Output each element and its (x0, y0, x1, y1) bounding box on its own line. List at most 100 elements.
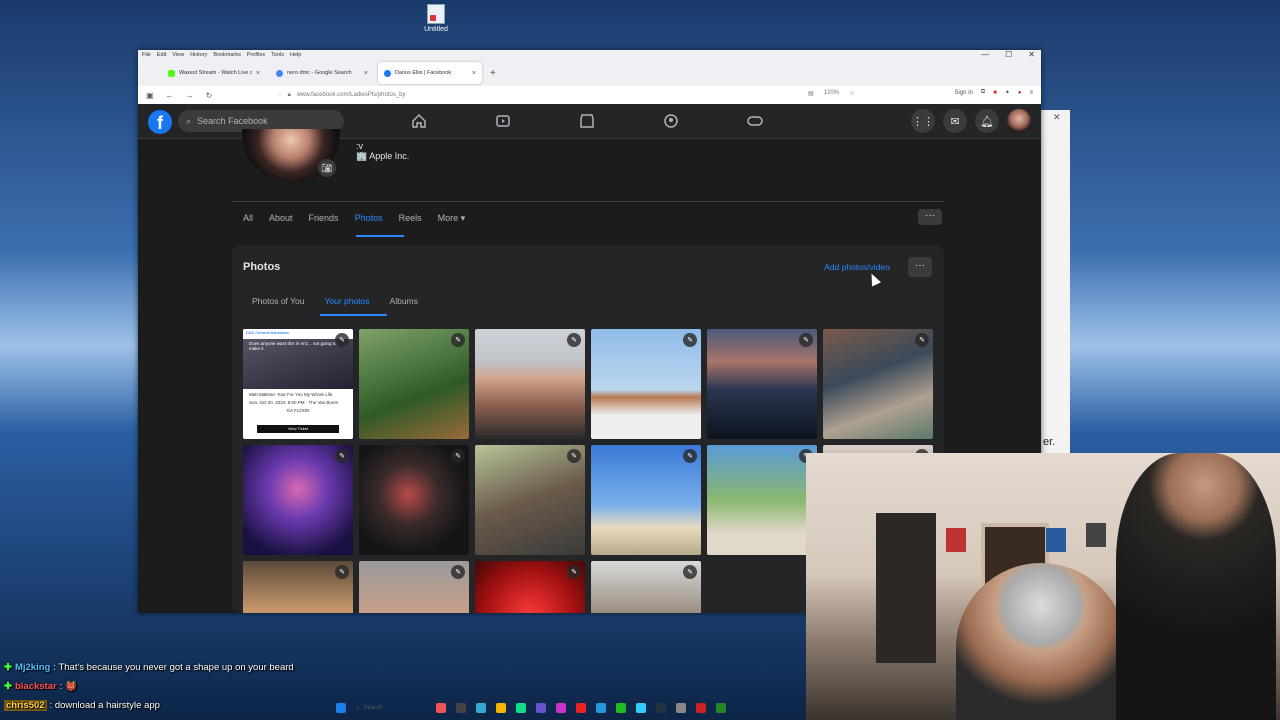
photo-tile[interactable]: ✎ (823, 329, 933, 439)
add-photos-button[interactable]: Add photos/video (814, 257, 900, 277)
tab-photos[interactable]: Photos (355, 213, 383, 224)
photo-tile[interactable]: ✎ (475, 329, 585, 439)
edit-pencil-icon[interactable]: ✎ (567, 449, 581, 463)
apps-grid-icon[interactable]: ⋮⋮ (911, 109, 935, 133)
menu-icon[interactable]: ≡ (1029, 90, 1033, 96)
photo-tile[interactable]: ✎ (359, 329, 469, 439)
tab-close-icon[interactable]: × (472, 70, 476, 77)
photo-tile[interactable]: ✎ (475, 445, 585, 555)
profile-more-button[interactable]: ··· (918, 209, 942, 225)
zoom-level[interactable]: 120% (824, 90, 839, 97)
home-icon[interactable] (408, 110, 430, 132)
taskbar-app-icon[interactable] (456, 703, 466, 713)
taskbar-search[interactable]: ⌕ Search (356, 705, 426, 712)
edit-pencil-icon[interactable]: ✎ (335, 333, 349, 347)
photo-tile[interactable]: ✎ (707, 445, 817, 555)
edit-pencil-icon[interactable]: ✎ (335, 565, 349, 579)
tab-google[interactable]: nero dmc - Google Search × (270, 62, 374, 84)
photo-tile[interactable]: ✎ (591, 561, 701, 613)
close-window-button[interactable]: ✕ (1028, 50, 1035, 59)
edit-pencil-icon[interactable]: ✎ (683, 565, 697, 579)
tab-photos-of-you[interactable]: Photos of You (252, 296, 304, 306)
taskbar-app-icon[interactable] (536, 703, 546, 713)
tab-close-icon[interactable]: × (256, 70, 260, 77)
tab-friends[interactable]: Friends (309, 213, 339, 224)
taskbar-app-icon[interactable] (476, 703, 486, 713)
photo-tile[interactable]: ✎ (707, 329, 817, 439)
photo-tile[interactable]: ✎ (591, 445, 701, 555)
address-bar[interactable]: ◌ 🔒︎ www.facebook.com/LadiesPls/photos_b… (278, 89, 861, 101)
photos-options-button[interactable]: ··· (908, 257, 932, 277)
puzzle-icon[interactable]: ✦ (1005, 89, 1010, 96)
photo-tile[interactable]: DAS General Admission Does anyone want t… (243, 329, 353, 439)
tab-your-photos[interactable]: Your photos (324, 296, 369, 306)
menu-file[interactable]: File (142, 52, 151, 58)
tab-about[interactable]: About (269, 213, 293, 224)
edit-pencil-icon[interactable]: ✎ (915, 333, 929, 347)
marketplace-icon[interactable] (576, 110, 598, 132)
notifications-bell-icon[interactable]: 🔔︎ (975, 109, 999, 133)
groups-icon[interactable] (660, 110, 682, 132)
taskbar-app-icon[interactable] (676, 703, 686, 713)
tab-facebook[interactable]: Darius Ellis | Facebook × (378, 62, 482, 84)
edit-pencil-icon[interactable]: ✎ (683, 333, 697, 347)
taskbar-app-icon[interactable] (496, 703, 506, 713)
tab-albums[interactable]: Albums (390, 296, 418, 306)
taskbar-app-icon[interactable] (716, 703, 726, 713)
menu-help[interactable]: Help (290, 52, 301, 58)
photo-tile[interactable]: ✎ (359, 561, 469, 613)
taskbar-app-icon[interactable] (636, 703, 646, 713)
photo-tile[interactable]: ✎ (243, 445, 353, 555)
new-tab-button[interactable]: + (490, 68, 496, 79)
taskbar-app-icon[interactable] (656, 703, 666, 713)
edit-pencil-icon[interactable]: ✎ (335, 449, 349, 463)
extension-icon[interactable]: ■ (993, 90, 997, 96)
photo-tile[interactable]: ✎ (475, 561, 585, 613)
photo-tile[interactable]: ✎ (243, 561, 353, 613)
edit-pencil-icon[interactable]: ✎ (683, 449, 697, 463)
account-avatar[interactable] (1007, 109, 1031, 133)
taskbar-app-icon[interactable] (516, 703, 526, 713)
reader-icon[interactable]: ▤ (808, 90, 814, 97)
edit-pencil-icon[interactable]: ✎ (799, 333, 813, 347)
taskbar-app-icon[interactable] (556, 703, 566, 713)
taskbar-app-icon[interactable] (596, 703, 606, 713)
close-icon[interactable]: ✕ (1053, 112, 1061, 123)
extensions-icon[interactable]: ⧉ (981, 89, 985, 96)
taskbar-app-icon[interactable] (576, 703, 586, 713)
edit-pencil-icon[interactable]: ✎ (451, 333, 465, 347)
taskbar-app-icon[interactable] (616, 703, 626, 713)
back-icon[interactable]: ← (166, 91, 174, 100)
reload-icon[interactable]: ↻ (206, 91, 213, 100)
tab-more[interactable]: More ▾ (438, 213, 466, 224)
taskbar-app-icon[interactable] (696, 703, 706, 713)
forward-icon[interactable]: → (186, 91, 194, 100)
facebook-logo[interactable]: f (148, 110, 172, 134)
taskbar-app-icon[interactable] (436, 703, 446, 713)
edit-pencil-icon[interactable]: ✎ (451, 449, 465, 463)
tab-all[interactable]: All (243, 213, 253, 224)
windows-start-icon[interactable] (336, 703, 346, 713)
minimize-button[interactable]: — (981, 50, 989, 59)
messenger-icon[interactable]: ✉ (943, 109, 967, 133)
edit-pencil-icon[interactable]: ✎ (451, 565, 465, 579)
gaming-icon[interactable] (744, 110, 766, 132)
desktop-icon-untitled[interactable]: Untitled (420, 4, 452, 33)
photo-tile[interactable]: ✎ (359, 445, 469, 555)
menu-edit[interactable]: Edit (157, 52, 166, 58)
video-icon[interactable] (492, 110, 514, 132)
sidebar-toggle-icon[interactable]: ▣ (146, 91, 154, 100)
sign-in-button[interactable]: Sign in (955, 90, 973, 96)
menu-view[interactable]: View (172, 52, 184, 58)
edit-pencil-icon[interactable]: ✎ (567, 565, 581, 579)
photo-tile[interactable]: ✎ (591, 329, 701, 439)
menu-profiles[interactable]: Profiles (247, 52, 265, 58)
menu-bookmarks[interactable]: Bookmarks (213, 52, 241, 58)
tab-reels[interactable]: Reels (399, 213, 422, 224)
menu-history[interactable]: History (190, 52, 207, 58)
maximize-button[interactable]: ☐ (1005, 50, 1012, 59)
menu-tools[interactable]: Tools (271, 52, 284, 58)
bookmark-star-icon[interactable]: ☆ (849, 90, 854, 97)
tab-kick[interactable]: Waxest Stream - Watch Live on × (162, 62, 266, 84)
tab-close-icon[interactable]: × (364, 70, 368, 77)
